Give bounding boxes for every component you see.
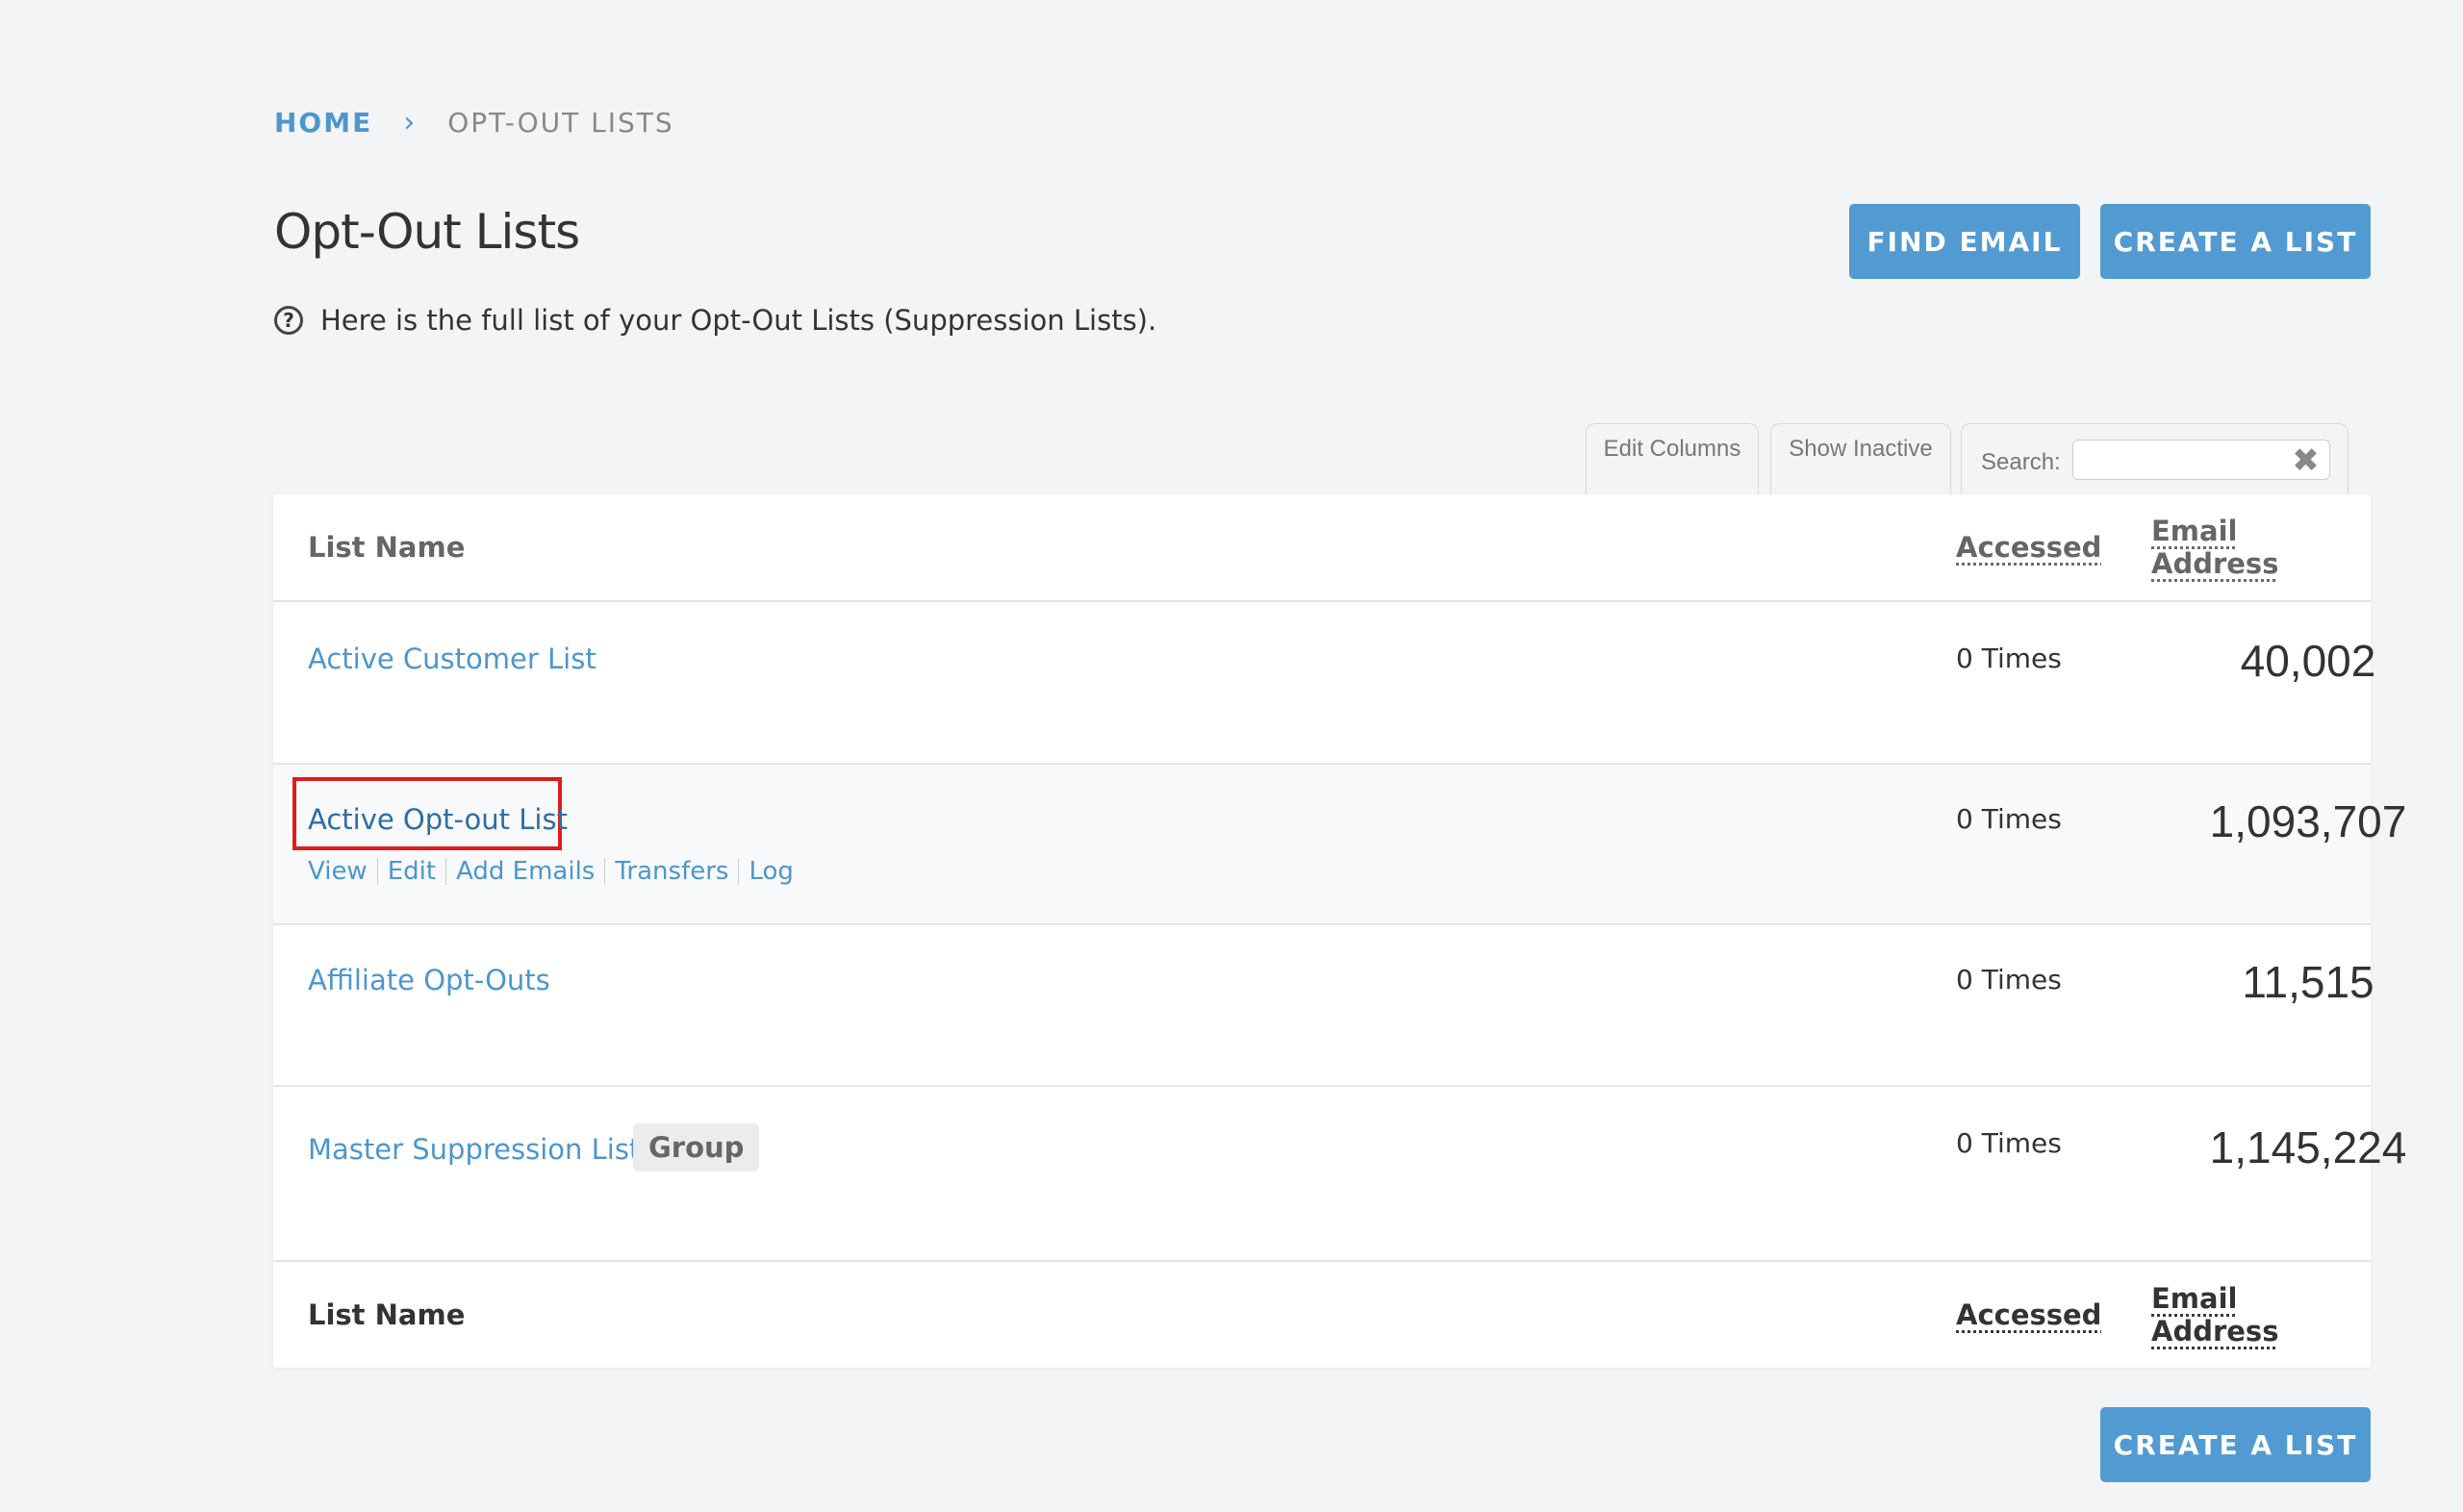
create-list-button[interactable]: CREATE A LIST bbox=[2100, 204, 2371, 279]
accessed-count: 0 Times bbox=[1956, 1127, 2062, 1159]
search-input[interactable]: ✖ bbox=[2071, 440, 2330, 480]
divider bbox=[445, 858, 447, 885]
transfers-link[interactable]: Transfers bbox=[615, 857, 728, 886]
divider bbox=[604, 858, 606, 885]
breadcrumb-home-link[interactable]: HOME bbox=[274, 107, 372, 139]
list-name-link[interactable]: Master Suppression List bbox=[308, 1133, 640, 1166]
find-email-button[interactable]: FIND EMAIL bbox=[1849, 204, 2080, 279]
column-footer-accessed[interactable]: Accessed bbox=[1956, 1298, 2101, 1331]
page-description-text: Here is the full list of your Opt-Out Li… bbox=[320, 304, 1157, 337]
email-address-count: 11,515 bbox=[2242, 957, 2374, 1007]
accessed-count: 0 Times bbox=[1956, 964, 2062, 995]
chevron-right-icon: › bbox=[403, 106, 418, 139]
column-header-email-address[interactable]: Email Address bbox=[2151, 515, 2371, 580]
list-name-link[interactable]: Active Customer List bbox=[308, 643, 597, 675]
create-list-button-bottom[interactable]: CREATE A LIST bbox=[2100, 1407, 2371, 1482]
table-row: Active Opt-out List View Edit Add Emails… bbox=[273, 765, 2406, 925]
list-name-link[interactable]: Affiliate Opt-Outs bbox=[308, 964, 550, 996]
column-footer-email-address[interactable]: Email Address bbox=[2151, 1282, 2371, 1348]
page-title: Opt-Out Lists bbox=[274, 204, 580, 260]
table-row: Active Customer List 0 Times 40,002 bbox=[273, 604, 2375, 765]
email-address-count: 1,093,707 bbox=[2209, 796, 2407, 846]
log-link[interactable]: Log bbox=[749, 857, 793, 886]
column-footer-list-name: List Name bbox=[308, 1298, 466, 1331]
email-address-count: 1,145,224 bbox=[2209, 1122, 2407, 1172]
help-icon: ? bbox=[274, 306, 303, 335]
table-row: Master Suppression List Group 0 Times 1,… bbox=[273, 1087, 2406, 1260]
divider bbox=[376, 858, 378, 885]
accessed-count: 0 Times bbox=[1956, 643, 2062, 674]
accessed-count: 0 Times bbox=[1956, 803, 2062, 835]
view-link[interactable]: View bbox=[308, 857, 368, 886]
email-address-count: 40,002 bbox=[2240, 636, 2376, 686]
group-badge: Group bbox=[633, 1123, 760, 1172]
breadcrumb-current: OPT-OUT LISTS bbox=[447, 107, 674, 139]
divider bbox=[738, 858, 740, 885]
search-label: Search: bbox=[1981, 449, 2061, 475]
edit-link[interactable]: Edit bbox=[388, 857, 436, 886]
column-header-accessed[interactable]: Accessed bbox=[1956, 531, 2101, 564]
search-box: Search: ✖ bbox=[1961, 423, 2349, 494]
row-actions: View Edit Add Emails Transfers Log bbox=[308, 857, 794, 886]
breadcrumb: HOME › OPT-OUT LISTS bbox=[274, 106, 674, 139]
table-header: List Name Accessed Email Address bbox=[273, 494, 2371, 602]
column-header-list-name: List Name bbox=[308, 531, 466, 564]
list-name-link[interactable]: Active Opt-out List bbox=[308, 803, 568, 836]
opt-out-lists-table: List Name Accessed Email Address Active … bbox=[273, 494, 2406, 1368]
add-emails-link[interactable]: Add Emails bbox=[456, 857, 595, 886]
page-description: ? Here is the full list of your Opt-Out … bbox=[274, 304, 1156, 337]
table-row: Affiliate Opt-Outs 0 Times 11,515 bbox=[273, 925, 2374, 1087]
show-inactive-button[interactable]: Show Inactive bbox=[1770, 423, 1951, 494]
edit-columns-button[interactable]: Edit Columns bbox=[1586, 423, 1759, 494]
table-footer: List Name Accessed Email Address bbox=[273, 1260, 2371, 1368]
close-icon[interactable]: ✖ bbox=[2292, 444, 2320, 477]
